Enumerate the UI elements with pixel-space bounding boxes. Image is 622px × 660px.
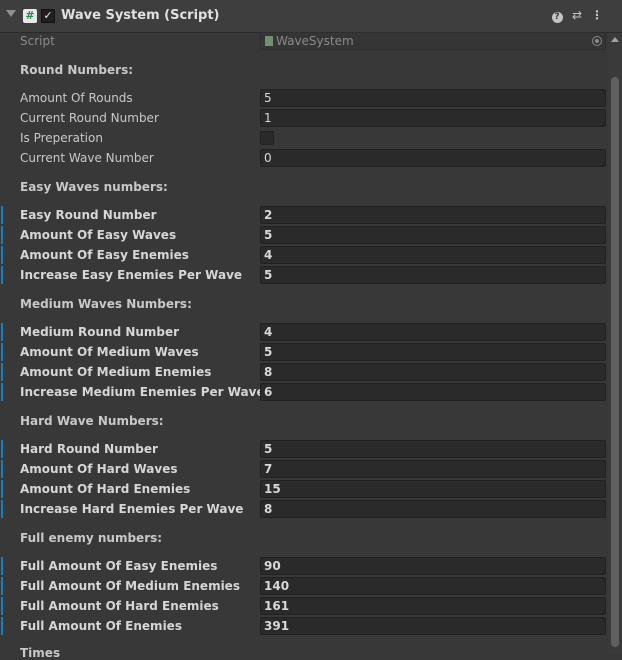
field-label: Easy Round Number — [20, 208, 157, 222]
row-easy-round-number: Easy Round Number 2 — [0, 205, 606, 225]
component-enabled-checkbox[interactable]: ✓ — [41, 9, 55, 23]
row-amount-of-rounds: Amount Of Rounds 5 — [0, 88, 606, 108]
field-label: Full Amount Of Enemies — [20, 619, 182, 633]
increase-medium-enemies-field[interactable]: 6 — [260, 383, 606, 401]
heading-full-enemy-numbers: Full enemy numbers: — [20, 531, 163, 545]
full-easy-enemies-field[interactable]: 90 — [260, 557, 606, 575]
field-label: Increase Easy Enemies Per Wave — [20, 268, 243, 282]
row-current-round-number: Current Round Number 1 — [0, 108, 606, 128]
row-amount-of-hard-enemies: Amount Of Hard Enemies 15 — [0, 479, 606, 499]
amount-of-hard-waves-field[interactable]: 7 — [260, 460, 606, 478]
amount-of-medium-enemies-field[interactable]: 8 — [260, 363, 606, 381]
row-amount-of-easy-waves: Amount Of Easy Waves 5 — [0, 225, 606, 245]
modified-marker — [1, 577, 3, 595]
field-label: Full Amount Of Medium Enemies — [20, 579, 240, 593]
amount-of-rounds-field[interactable]: 5 — [260, 89, 606, 107]
row-increase-hard-enemies: Increase Hard Enemies Per Wave 8 — [0, 499, 606, 519]
row-amount-of-hard-waves: Amount Of Hard Waves 7 — [0, 459, 606, 479]
modified-marker — [1, 617, 3, 635]
row-hard-round-number: Hard Round Number 5 — [0, 439, 606, 459]
increase-hard-enemies-field[interactable]: 8 — [260, 500, 606, 518]
heading-times: Times — [20, 646, 61, 660]
full-medium-enemies-field[interactable]: 140 — [260, 577, 606, 595]
field-label: Increase Hard Enemies Per Wave — [20, 502, 244, 516]
row-full-medium-enemies: Full Amount Of Medium Enemies 140 — [0, 576, 606, 596]
row-full-easy-enemies: Full Amount Of Easy Enemies 90 — [0, 556, 606, 576]
field-label: Full Amount Of Hard Enemies — [20, 599, 219, 613]
modified-marker — [1, 226, 3, 244]
vertical-scrollbar[interactable] — [608, 33, 622, 654]
row-full-hard-enemies: Full Amount Of Hard Enemies 161 — [0, 596, 606, 616]
presets-icon[interactable]: ⇄ — [570, 8, 584, 22]
row-is-preperation: Is Preperation — [0, 128, 606, 148]
modified-marker — [1, 480, 3, 498]
amount-of-medium-waves-field[interactable]: 5 — [260, 343, 606, 361]
modified-marker — [1, 500, 3, 518]
modified-marker — [1, 206, 3, 224]
current-wave-number-field[interactable]: 0 — [260, 149, 606, 167]
field-label: Amount Of Medium Waves — [20, 345, 199, 359]
full-hard-enemies-field[interactable]: 161 — [260, 597, 606, 615]
modified-marker — [1, 440, 3, 458]
script-object-field[interactable]: WaveSystem — [260, 32, 606, 50]
field-label: Increase Medium Enemies Per Wave — [20, 385, 265, 399]
medium-round-number-field[interactable]: 4 — [260, 323, 606, 341]
easy-round-number-field[interactable]: 2 — [260, 206, 606, 224]
field-label: Current Wave Number — [20, 151, 154, 165]
modified-marker — [1, 343, 3, 361]
heading-easy-waves: Easy Waves numbers: — [20, 180, 168, 194]
hard-round-number-field[interactable]: 5 — [260, 440, 606, 458]
modified-marker — [1, 460, 3, 478]
amount-of-easy-waves-field[interactable]: 5 — [260, 226, 606, 244]
amount-of-easy-enemies-field[interactable]: 4 — [260, 246, 606, 264]
heading-medium-waves: Medium Waves Numbers: — [20, 297, 192, 311]
field-label: Is Preperation — [20, 131, 103, 145]
row-amount-of-medium-enemies: Amount Of Medium Enemies 8 — [0, 362, 606, 382]
heading-hard-waves: Hard Wave Numbers: — [20, 414, 164, 428]
modified-marker — [1, 383, 3, 401]
cs-script-icon — [265, 36, 273, 46]
component-title: Wave System (Script) — [61, 8, 220, 23]
modified-marker — [1, 246, 3, 264]
row-amount-of-medium-waves: Amount Of Medium Waves 5 — [0, 342, 606, 362]
field-label: Hard Round Number — [20, 442, 158, 456]
script-icon: # — [23, 9, 37, 23]
field-label: Amount Of Medium Enemies — [20, 365, 212, 379]
modified-marker — [1, 266, 3, 284]
scroll-up-icon[interactable] — [611, 37, 619, 42]
field-label: Amount Of Rounds — [20, 91, 133, 105]
row-amount-of-easy-enemies: Amount Of Easy Enemies 4 — [0, 245, 606, 265]
modified-marker — [1, 597, 3, 615]
modified-marker — [1, 557, 3, 575]
current-round-number-field[interactable]: 1 — [260, 109, 606, 127]
row-increase-medium-enemies: Increase Medium Enemies Per Wave 6 — [0, 382, 606, 402]
field-label: Amount Of Easy Enemies — [20, 248, 189, 262]
field-label: Current Round Number — [20, 111, 159, 125]
increase-easy-enemies-field[interactable]: 5 — [260, 266, 606, 284]
heading-round-numbers: Round Numbers: — [20, 63, 134, 77]
modified-marker — [1, 323, 3, 341]
field-label: Amount Of Hard Enemies — [20, 482, 191, 496]
script-row: Script WaveSystem — [0, 31, 606, 51]
row-medium-round-number: Medium Round Number 4 — [0, 322, 606, 342]
foldout-arrow-icon[interactable] — [6, 10, 16, 17]
script-value: WaveSystem — [276, 34, 354, 48]
full-enemies-field[interactable]: 391 — [260, 617, 606, 635]
amount-of-hard-enemies-field[interactable]: 15 — [260, 480, 606, 498]
scrollbar-thumb[interactable] — [611, 77, 619, 647]
is-preperation-checkbox[interactable] — [260, 131, 274, 145]
object-picker-icon[interactable] — [592, 36, 602, 46]
row-current-wave-number: Current Wave Number 0 — [0, 148, 606, 168]
kebab-menu-icon[interactable]: ⋮ — [590, 8, 604, 22]
modified-marker — [1, 363, 3, 381]
field-label: Medium Round Number — [20, 325, 180, 339]
field-label: Amount Of Easy Waves — [20, 228, 177, 242]
row-increase-easy-enemies: Increase Easy Enemies Per Wave 5 — [0, 265, 606, 285]
row-full-enemies: Full Amount Of Enemies 391 — [0, 616, 606, 636]
field-label: Amount Of Hard Waves — [20, 462, 178, 476]
help-icon[interactable]: ? — [550, 8, 564, 23]
script-label: Script — [20, 34, 55, 48]
component-header: # ✓ Wave System (Script) ? ⇄ ⋮ — [0, 0, 622, 33]
field-label: Full Amount Of Easy Enemies — [20, 559, 218, 573]
